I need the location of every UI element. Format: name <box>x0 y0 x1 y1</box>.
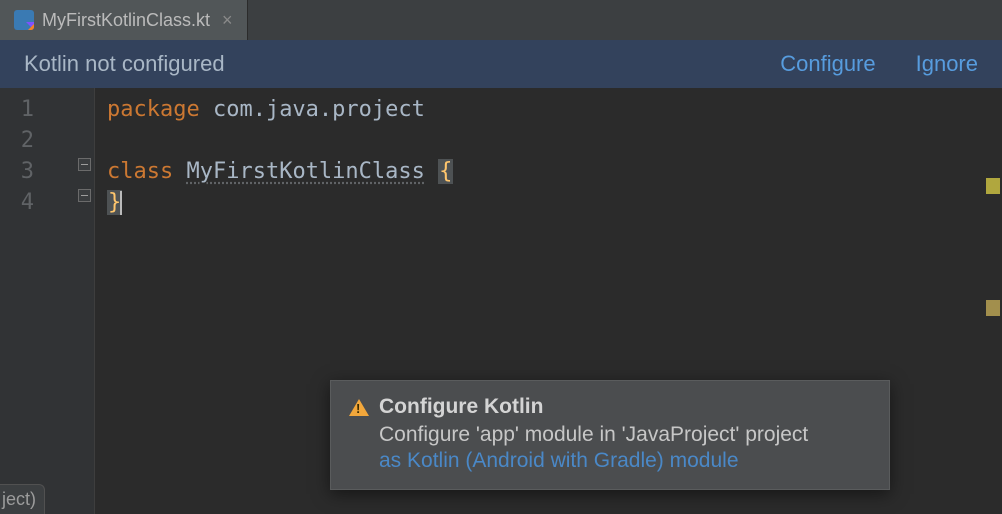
notification-actions: Configure Ignore <box>780 51 978 77</box>
line-number: 2 <box>0 125 94 156</box>
fold-end-icon[interactable] <box>78 189 91 202</box>
intention-popup[interactable]: Configure Kotlin Configure 'app' module … <box>330 380 890 490</box>
close-tab-icon[interactable]: × <box>218 10 237 31</box>
popup-description: Configure 'app' module in 'JavaProject' … <box>379 423 867 447</box>
text-cursor <box>120 191 122 215</box>
info-marker[interactable] <box>986 300 1000 316</box>
line-number: 1 <box>0 94 94 125</box>
warning-marker[interactable] <box>986 178 1000 194</box>
gutter: 1 2 3 4 <box>0 88 95 514</box>
fold-start-icon[interactable] <box>78 158 91 171</box>
tab-label: MyFirstKotlinClass.kt <box>42 10 210 31</box>
code-line: } <box>107 187 994 218</box>
configure-link[interactable]: Configure <box>780 51 875 77</box>
fold-region <box>78 158 91 220</box>
ignore-link[interactable]: Ignore <box>916 51 978 77</box>
notification-text: Kotlin not configured <box>24 51 225 77</box>
tab-bar: MyFirstKotlinClass.kt × <box>0 0 1002 40</box>
popup-action-link[interactable]: as Kotlin (Android with Gradle) module <box>379 449 867 473</box>
popup-header: Configure Kotlin <box>349 395 867 419</box>
breadcrumb-fragment: ject) <box>0 484 45 514</box>
kotlin-file-icon <box>14 10 34 30</box>
error-stripe <box>984 176 1002 422</box>
code-line <box>107 125 994 156</box>
code-line: class MyFirstKotlinClass { <box>107 156 994 187</box>
notification-bar: Kotlin not configured Configure Ignore <box>0 40 1002 88</box>
warning-icon <box>349 399 369 416</box>
code-line: package com.java.project <box>107 94 994 125</box>
popup-title: Configure Kotlin <box>379 395 543 419</box>
file-tab[interactable]: MyFirstKotlinClass.kt × <box>0 0 248 40</box>
